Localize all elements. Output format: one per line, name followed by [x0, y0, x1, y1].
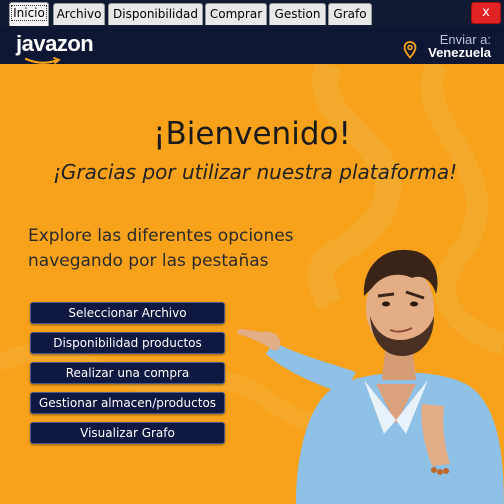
pointing-man-image: [237, 249, 504, 504]
tab-grafo[interactable]: Grafo: [328, 3, 372, 25]
availability-button[interactable]: Disponibilidad productos: [30, 332, 225, 354]
tab-comprar[interactable]: Comprar: [205, 3, 267, 25]
tab-gestion[interactable]: Gestion: [269, 3, 326, 25]
ship-to-country[interactable]: Venezuela: [428, 45, 491, 60]
tab-disponibilidad-label: Disponibilidad: [113, 7, 198, 21]
welcome-panel: ¡Bienvenido! ¡Gracias por utilizar nuest…: [0, 64, 504, 504]
tab-bar: Inicio Archivo Disponibilidad Comprar Ge…: [0, 0, 504, 27]
header-bar: javazon Enviar a: Venezuela: [0, 27, 504, 64]
tab-grafo-label: Grafo: [333, 7, 367, 21]
tab-gestion-label: Gestion: [274, 7, 321, 21]
location-pin-icon: [403, 41, 417, 59]
view-graph-button[interactable]: Visualizar Grafo: [30, 422, 225, 444]
tab-archivo-label: Archivo: [56, 7, 102, 21]
tab-inicio[interactable]: Inicio: [9, 2, 49, 26]
tab-inicio-label: Inicio: [11, 5, 47, 21]
tab-archivo[interactable]: Archivo: [53, 3, 105, 25]
close-button[interactable]: x: [471, 2, 501, 24]
welcome-title: ¡Bienvenido!: [153, 116, 351, 152]
manage-warehouse-button[interactable]: Gestionar almacen/productos: [30, 392, 225, 414]
logo: javazon: [16, 31, 94, 56]
tab-disponibilidad[interactable]: Disponibilidad: [108, 3, 203, 25]
select-file-button[interactable]: Seleccionar Archivo: [30, 302, 225, 324]
make-purchase-button[interactable]: Realizar una compra: [30, 362, 225, 384]
tab-comprar-label: Comprar: [209, 7, 263, 21]
welcome-subtitle: ¡Gracias por utilizar nuestra plataforma…: [52, 160, 458, 184]
